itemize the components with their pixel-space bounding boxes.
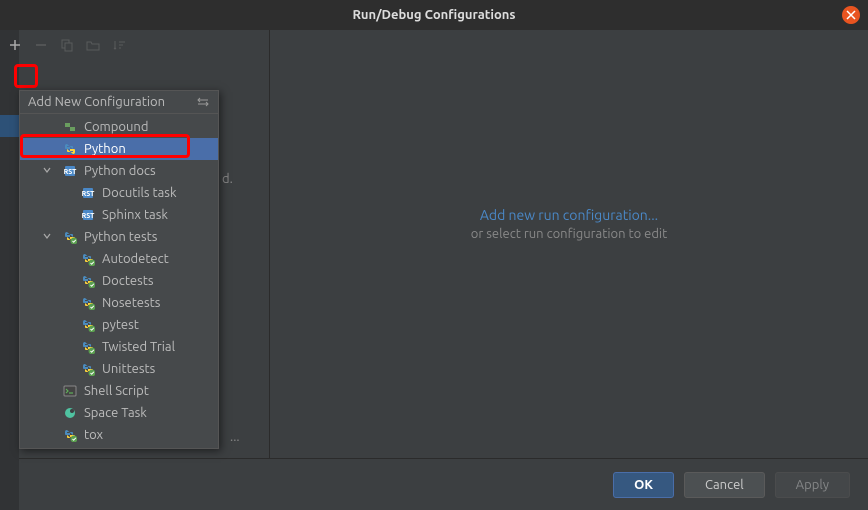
truncated-ellipsis: ... bbox=[230, 430, 240, 444]
right-panel: d. Add new run configuration... or selec… bbox=[270, 30, 868, 458]
chevron-down-icon bbox=[42, 164, 54, 178]
config-type-python-tests[interactable]: Python tests bbox=[20, 226, 218, 248]
config-type-label: Twisted Trial bbox=[102, 340, 175, 354]
config-type-label: tox bbox=[84, 428, 103, 442]
svg-text:RST: RST bbox=[64, 168, 77, 176]
config-type-compound[interactable]: Compound bbox=[20, 116, 218, 138]
dialog-footer: OK Cancel Apply bbox=[0, 458, 868, 510]
add-config-button[interactable] bbox=[6, 36, 24, 54]
add-config-dropdown: Add New Configuration Compound Python RST P… bbox=[19, 90, 219, 449]
config-type-autodetect[interactable]: Autodetect bbox=[20, 248, 218, 270]
collapse-icon bbox=[196, 95, 210, 109]
ok-button[interactable]: OK bbox=[613, 472, 674, 498]
pytest-icon bbox=[62, 427, 78, 443]
remove-config-button[interactable] bbox=[32, 36, 50, 54]
docs-icon: RST bbox=[62, 163, 78, 179]
python-icon bbox=[62, 141, 78, 157]
config-type-label: Unittests bbox=[102, 362, 155, 376]
config-type-nosetests[interactable]: Nosetests bbox=[20, 292, 218, 314]
add-new-config-link[interactable]: Add new run configuration... bbox=[471, 207, 667, 223]
close-button[interactable] bbox=[842, 6, 860, 24]
empty-state-subtitle: or select run configuration to edit bbox=[471, 227, 667, 241]
config-type-label: pytest bbox=[102, 318, 139, 332]
window-title: Run/Debug Configurations bbox=[352, 8, 515, 22]
config-type-label: Python tests bbox=[84, 230, 157, 244]
pytest-icon bbox=[80, 251, 96, 267]
titlebar: Run/Debug Configurations bbox=[0, 0, 868, 30]
compound-icon bbox=[62, 119, 78, 135]
config-type-label: Shell Script bbox=[84, 384, 149, 398]
config-type-label: Compound bbox=[84, 120, 148, 134]
pytest-icon bbox=[80, 361, 96, 377]
sort-button[interactable] bbox=[110, 36, 128, 54]
pytest-icon bbox=[80, 273, 96, 289]
dropdown-title: Add New Configuration bbox=[28, 95, 165, 109]
config-type-label: Doctests bbox=[102, 274, 153, 288]
config-type-docutils-task[interactable]: RST Docutils task bbox=[20, 182, 218, 204]
docs-icon: RST bbox=[80, 207, 96, 223]
close-icon bbox=[846, 10, 856, 20]
config-type-shell-script[interactable]: Shell Script bbox=[20, 380, 218, 402]
config-type-label: Python bbox=[84, 142, 126, 156]
config-type-label: Python docs bbox=[84, 164, 156, 178]
space-icon bbox=[62, 405, 78, 421]
left-gutter bbox=[0, 30, 19, 458]
config-type-label: Docutils task bbox=[102, 186, 177, 200]
config-type-space-task[interactable]: Space Task bbox=[20, 402, 218, 424]
config-type-python[interactable]: Python bbox=[20, 138, 218, 160]
plus-icon bbox=[8, 38, 22, 52]
dropdown-header: Add New Configuration bbox=[20, 91, 218, 114]
left-gutter-selection bbox=[0, 115, 19, 137]
config-type-python-docs[interactable]: RST Python docs bbox=[20, 160, 218, 182]
config-type-pytest[interactable]: pytest bbox=[20, 314, 218, 336]
dropdown-list: Compound Python RST Python docs RST Docutils … bbox=[20, 114, 218, 448]
apply-button[interactable]: Apply bbox=[775, 472, 850, 498]
minus-icon bbox=[34, 38, 48, 52]
dropdown-collapse-button[interactable] bbox=[196, 95, 210, 109]
main-area: Add New Configuration Compound Python RST P… bbox=[0, 30, 868, 458]
config-type-tox[interactable]: tox bbox=[20, 424, 218, 446]
pytest-icon bbox=[80, 295, 96, 311]
svg-text:RST: RST bbox=[82, 212, 95, 220]
chevron-down-icon bbox=[42, 230, 54, 244]
config-type-label: Nosetests bbox=[102, 296, 160, 310]
copy-icon bbox=[60, 38, 74, 52]
shell-icon bbox=[62, 383, 78, 399]
config-type-twisted-trial[interactable]: Twisted Trial bbox=[20, 336, 218, 358]
copy-config-button[interactable] bbox=[58, 36, 76, 54]
config-toolbar bbox=[0, 30, 269, 60]
config-type-doctests[interactable]: Doctests bbox=[20, 270, 218, 292]
left-panel: Add New Configuration Compound Python RST P… bbox=[0, 30, 270, 458]
config-type-unittests[interactable]: Unittests bbox=[20, 358, 218, 380]
cancel-button[interactable]: Cancel bbox=[684, 472, 765, 498]
pytest-icon bbox=[80, 317, 96, 333]
docs-icon: RST bbox=[80, 185, 96, 201]
config-type-label: Space Task bbox=[84, 406, 147, 420]
pytest-icon bbox=[80, 339, 96, 355]
config-type-sphinx-task[interactable]: RST Sphinx task bbox=[20, 204, 218, 226]
empty-state: Add new run configuration... or select r… bbox=[471, 207, 667, 241]
folder-icon bbox=[86, 38, 100, 52]
left-gutter-footer bbox=[0, 458, 19, 510]
sort-icon bbox=[112, 38, 126, 52]
truncated-text: d. bbox=[222, 172, 233, 186]
svg-text:RST: RST bbox=[82, 190, 95, 198]
config-type-label: Autodetect bbox=[102, 252, 169, 266]
pytest-icon bbox=[62, 229, 78, 245]
config-type-label: Sphinx task bbox=[102, 208, 168, 222]
save-template-button[interactable] bbox=[84, 36, 102, 54]
